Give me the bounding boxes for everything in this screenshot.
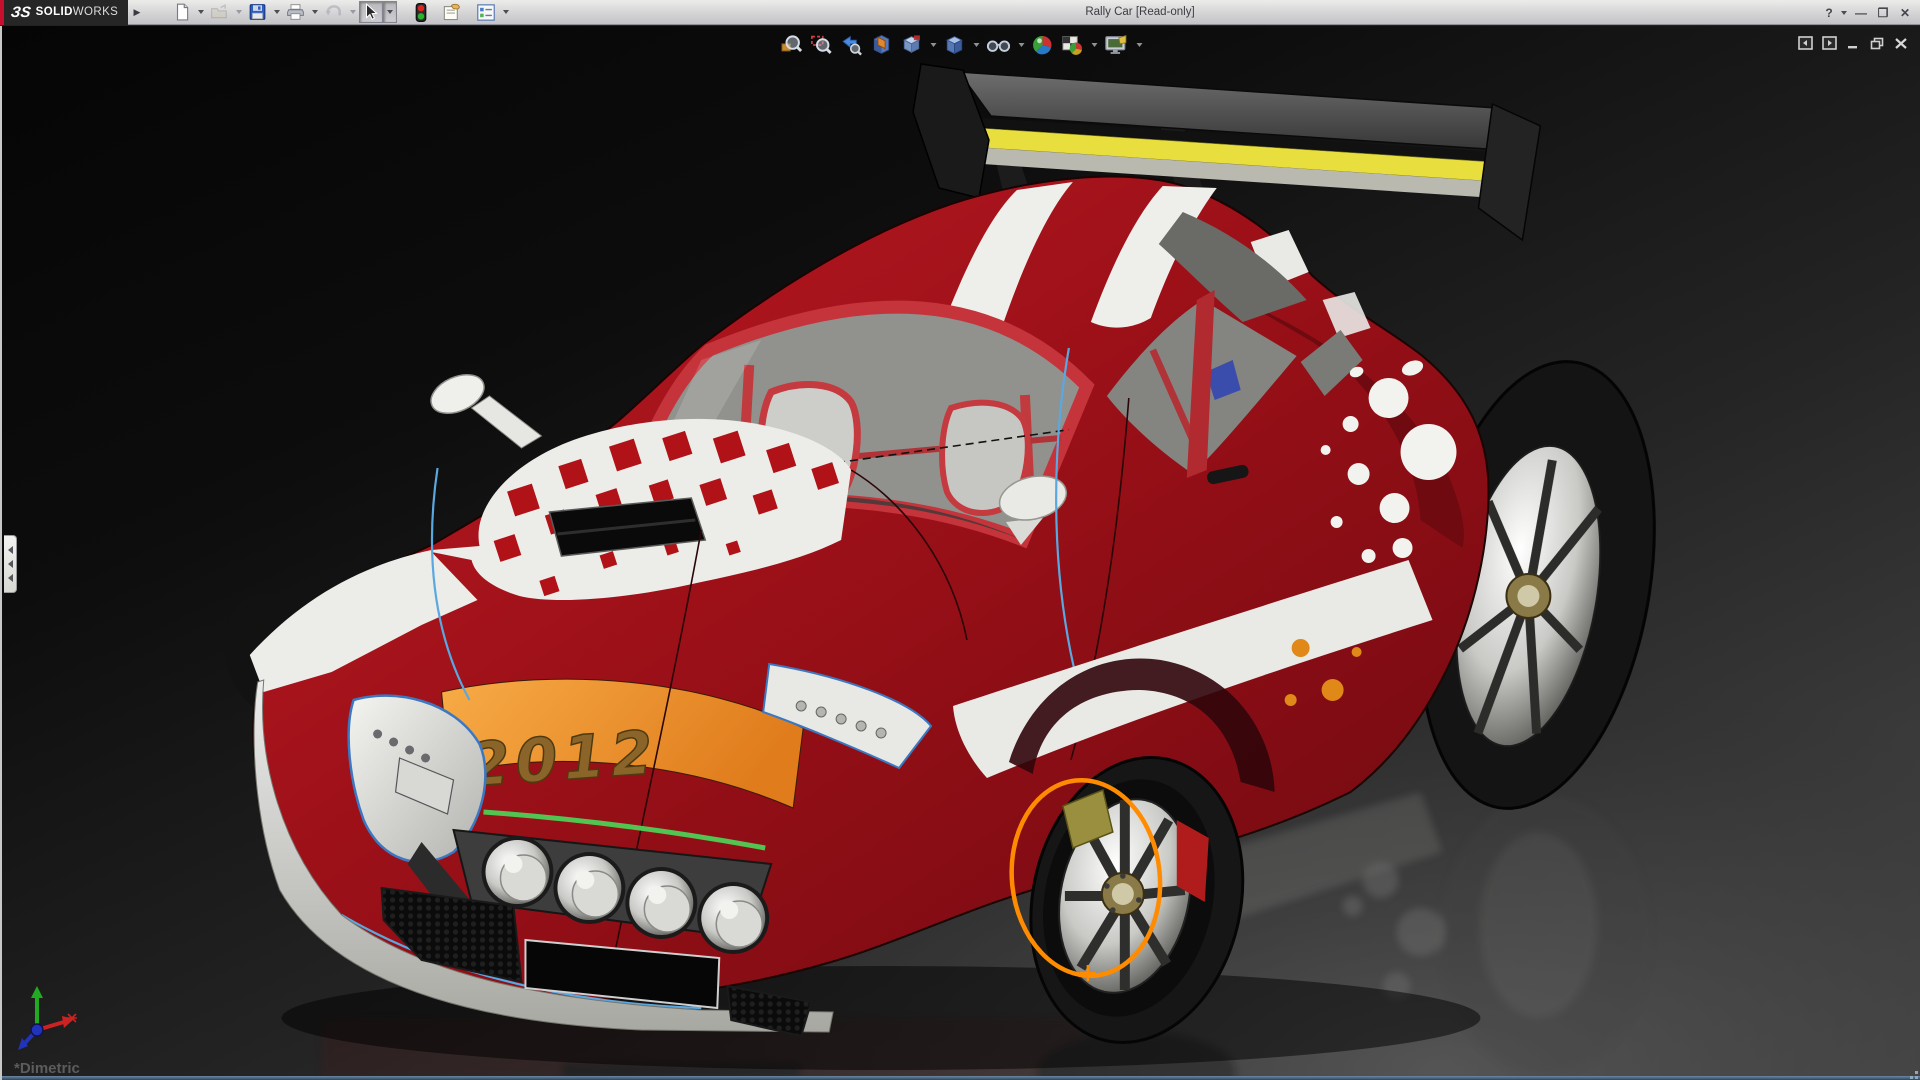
save-floppy-icon <box>249 4 266 20</box>
minimize-window-button[interactable]: — <box>1850 3 1872 23</box>
close-document-icon <box>1895 37 1907 49</box>
eyeglasses-icon <box>986 40 1011 52</box>
feature-pane-icon <box>1797 36 1813 50</box>
heads-up-view-toolbar <box>778 32 1145 58</box>
options-button[interactable] <box>473 1 499 23</box>
title-bar: ЗS SOLID WORKS ▶ Rally Car [Read-only] ?… <box>0 0 1920 25</box>
graphics-area[interactable]: 2012 *Dimetric <box>0 26 1920 1080</box>
section-view-button[interactable] <box>868 32 896 58</box>
view-settings-button[interactable] <box>1102 32 1132 58</box>
select-dropdown-button[interactable] <box>383 1 397 23</box>
help-button[interactable]: ? <box>1821 3 1837 23</box>
new-document-button[interactable] <box>170 1 194 23</box>
collapse-arrow-icon <box>7 560 13 568</box>
apply-scene-caret[interactable] <box>1091 43 1098 47</box>
view-orientation-icon <box>903 35 920 53</box>
zoom-to-fit-button[interactable] <box>778 32 806 58</box>
close-window-button[interactable]: ✕ <box>1894 3 1916 23</box>
rebuild-traffic-light-icon <box>415 2 427 22</box>
decal-2012: 2012 <box>466 718 661 801</box>
save-button[interactable] <box>245 1 270 23</box>
feature-pane-toggle-button[interactable] <box>1796 35 1814 51</box>
window-controls: ? — ❐ ✕ <box>1821 0 1916 25</box>
section-view-icon <box>873 34 890 54</box>
restore-document-icon <box>1870 37 1883 49</box>
new-document-icon <box>176 3 189 21</box>
display-style-caret[interactable] <box>973 43 980 47</box>
file-properties-icon <box>443 3 460 20</box>
file-properties-button[interactable] <box>439 1 465 23</box>
new-dropdown-caret[interactable] <box>198 10 204 14</box>
display-style-button[interactable] <box>941 32 969 58</box>
minimize-document-button[interactable] <box>1844 35 1862 51</box>
3ds-logo-icon: ЗS <box>9 3 32 21</box>
view-orientation-label: *Dimetric <box>14 1060 80 1077</box>
restore-window-button[interactable]: ❐ <box>1872 3 1894 23</box>
rally-car-scene[interactable]: 2012 <box>2 26 1920 1076</box>
view-orientation-caret[interactable] <box>930 43 937 47</box>
brand-name-light: WORKS <box>72 6 119 18</box>
status-bar-edge <box>2 1076 1920 1080</box>
solidworks-logo: ЗS SOLID WORKS <box>0 0 128 25</box>
resize-grip[interactable] <box>1904 1069 1918 1079</box>
print-button[interactable] <box>283 1 308 23</box>
view-settings-icon <box>1105 34 1127 54</box>
left-mirror[interactable] <box>425 367 543 449</box>
zoom-to-area-button[interactable] <box>808 32 836 58</box>
collapse-arrow-icon <box>7 574 13 582</box>
apply-scene-button[interactable] <box>1059 32 1087 58</box>
options-checklist-icon <box>477 3 495 21</box>
open-folder-icon <box>211 3 227 19</box>
display-pane-icon <box>1821 36 1837 50</box>
menu-expand-button[interactable]: ▶ <box>130 2 144 23</box>
undo-dropdown-caret[interactable] <box>350 10 356 14</box>
orientation-triad[interactable] <box>17 986 77 1050</box>
zoom-to-fit-icon <box>781 35 803 53</box>
printer-icon <box>287 4 304 20</box>
previous-view-button[interactable] <box>838 32 866 58</box>
edit-appearance-button[interactable] <box>1029 32 1057 58</box>
open-document-button[interactable] <box>207 1 232 23</box>
help-dropdown-caret[interactable] <box>1841 10 1847 15</box>
close-document-button[interactable] <box>1892 35 1910 51</box>
previous-view-icon <box>842 35 862 56</box>
feature-manager-collapsed-tab[interactable] <box>4 535 17 593</box>
restore-document-button[interactable] <box>1868 35 1886 51</box>
minimize-document-icon <box>1848 46 1857 49</box>
open-dropdown-caret[interactable] <box>236 10 242 14</box>
zoom-to-area-icon <box>811 35 832 54</box>
solidworks-window: ЗS SOLID WORKS ▶ Rally Car [Read-only] ?… <box>0 0 1920 1080</box>
select-cursor-icon <box>365 3 378 20</box>
display-style-icon <box>946 36 963 55</box>
hide-show-items-button[interactable] <box>984 32 1014 58</box>
appearance-sphere-icon <box>1033 35 1052 55</box>
document-title: Rally Car [Read-only] <box>1085 6 1195 18</box>
print-dropdown-caret[interactable] <box>312 10 318 14</box>
quick-access-toolbar <box>170 0 512 25</box>
save-dropdown-caret[interactable] <box>274 10 280 14</box>
view-settings-caret[interactable] <box>1136 43 1143 47</box>
brand-name-bold: SOLID <box>35 6 73 18</box>
rebuild-button[interactable] <box>411 1 431 23</box>
document-window-controls <box>1796 35 1910 51</box>
collapse-arrow-icon <box>7 546 13 554</box>
display-pane-toggle-button[interactable] <box>1820 35 1838 51</box>
view-orientation-button[interactable] <box>898 32 926 58</box>
hide-show-items-caret[interactable] <box>1018 43 1025 47</box>
undo-button[interactable] <box>321 1 346 23</box>
apply-scene-icon <box>1062 36 1083 55</box>
select-tool-button[interactable] <box>359 1 383 23</box>
options-dropdown-caret[interactable] <box>503 10 509 14</box>
undo-arrow-icon <box>325 5 341 16</box>
